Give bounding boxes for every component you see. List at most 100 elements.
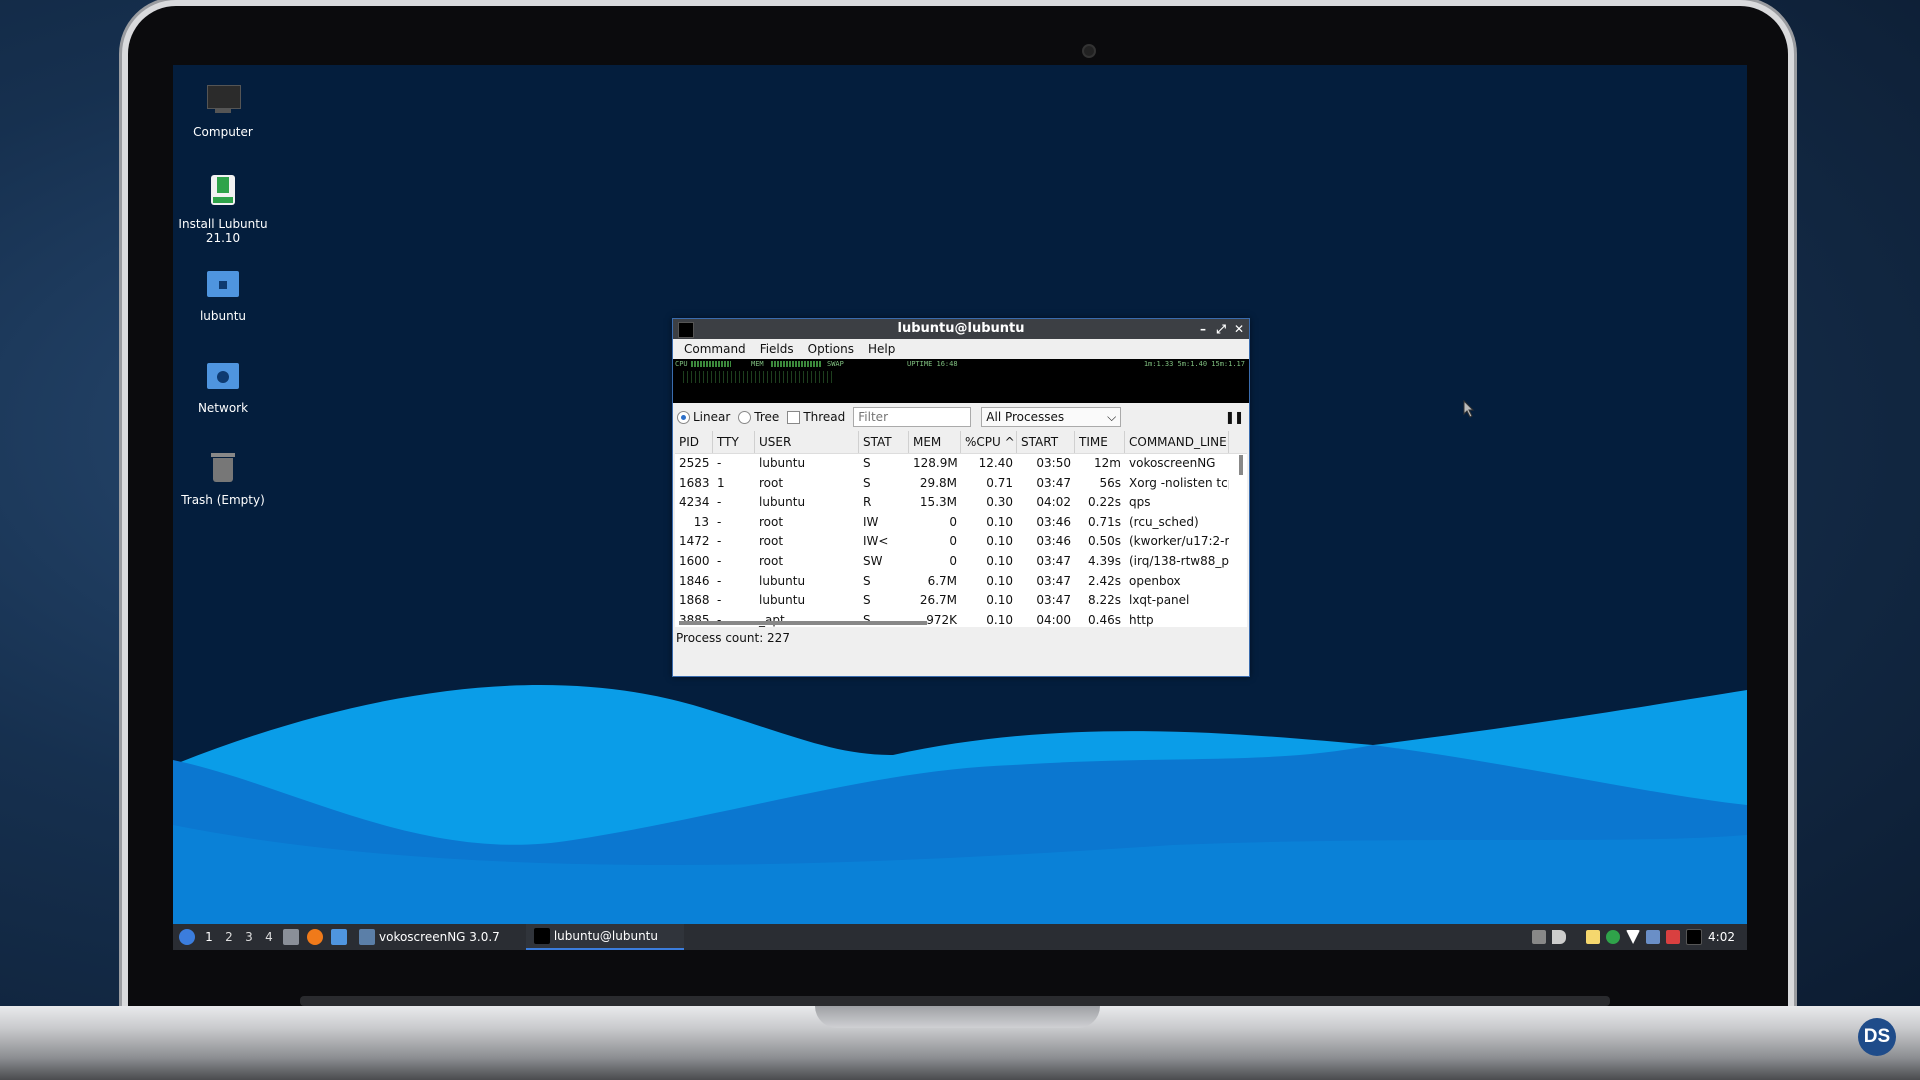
firefox-icon[interactable] bbox=[307, 929, 323, 945]
desktop-icon-computer[interactable]: Computer bbox=[173, 81, 283, 139]
swap-meter-label: SWAP bbox=[827, 360, 844, 368]
cell-user: lubuntu bbox=[759, 456, 806, 470]
cell-tty: - bbox=[717, 495, 722, 510]
cell-cmd: (rcu_sched) bbox=[1129, 514, 1199, 529]
cell-time: 56s bbox=[1099, 475, 1121, 490]
cell-cmd: (irq/138-rtw88_p) bbox=[1129, 553, 1229, 568]
process-filter-value: All Processes bbox=[986, 410, 1065, 424]
process-table: PID TTY USER STAT MEM %CPU ^ START TIME … bbox=[675, 431, 1247, 627]
filter-input[interactable] bbox=[853, 407, 972, 427]
menu-options[interactable]: Options bbox=[801, 339, 861, 359]
menu-command[interactable]: Command bbox=[677, 339, 753, 359]
horizontal-scrollbar[interactable] bbox=[679, 621, 927, 625]
desktop-icon-install[interactable]: Install Lubuntu 21.10 bbox=[173, 173, 283, 245]
cell-stat: S bbox=[863, 593, 871, 608]
mem-meter-label: MEM bbox=[751, 360, 764, 368]
cell-time: 0.71s bbox=[1088, 514, 1121, 529]
desktop-icon-network[interactable]: Network bbox=[173, 357, 283, 415]
col-stat[interactable]: STAT bbox=[859, 431, 909, 453]
task-label: vokoscreenNG 3.0.7 bbox=[379, 930, 500, 944]
pause-button[interactable]: ❚❚ bbox=[1225, 410, 1244, 424]
table-row[interactable]: 13- root IW 0 0.10 03:46 0.71s (rcu_sched) bbox=[675, 513, 1247, 533]
vertical-scrollbar[interactable] bbox=[1239, 455, 1243, 475]
thread-checkbox[interactable]: Thread bbox=[787, 410, 845, 424]
minimize-button[interactable]: – bbox=[1197, 319, 1209, 339]
cell-cpu: 0.10 bbox=[986, 514, 1013, 529]
workspace-2[interactable]: 2 bbox=[219, 930, 239, 944]
uptime-meter: UPTIME 16:48 bbox=[907, 360, 958, 368]
clipboard-icon[interactable] bbox=[1532, 930, 1547, 944]
load-average: 1m:1.33 5m:1.40 15m:1.17 bbox=[1143, 360, 1245, 368]
show-desktop-icon[interactable] bbox=[331, 929, 347, 945]
cell-mem: 15.3M bbox=[919, 495, 957, 510]
cell-cmd: openbox bbox=[1129, 573, 1181, 588]
table-row[interactable]: 4234- lubuntu R 15.3M 0.30 04:02 0.22s qps bbox=[675, 493, 1247, 513]
cell-user: root bbox=[759, 475, 784, 490]
linear-radio[interactable]: Linear bbox=[677, 410, 730, 424]
table-header: PID TTY USER STAT MEM %CPU ^ START TIME … bbox=[675, 431, 1247, 454]
cell-mem: 0 bbox=[949, 534, 957, 549]
bluetooth-icon[interactable] bbox=[1646, 930, 1661, 944]
menu-fields[interactable]: Fields bbox=[753, 339, 801, 359]
cell-tty: 1 bbox=[717, 475, 725, 490]
cell-start: 03:47 bbox=[1036, 553, 1071, 568]
cell-mem: 29.8M bbox=[919, 475, 957, 490]
maximize-button[interactable]: ⤢ bbox=[1215, 319, 1227, 339]
cell-stat: S bbox=[863, 456, 871, 470]
tree-radio[interactable]: Tree bbox=[738, 410, 779, 424]
window-titlebar[interactable]: lubuntu@lubuntu – ⤢ ✕ bbox=[673, 319, 1249, 339]
workspace-1[interactable]: 1 bbox=[199, 930, 219, 944]
menu-help[interactable]: Help bbox=[861, 339, 902, 359]
desktop-icon-label: Trash (Empty) bbox=[181, 493, 265, 507]
cell-time: 12m bbox=[1094, 456, 1121, 470]
cell-stat: IW bbox=[863, 514, 879, 529]
update-icon[interactable] bbox=[1606, 930, 1621, 944]
cell-pid: 1600 bbox=[679, 553, 710, 568]
start-menu-icon[interactable] bbox=[179, 929, 195, 945]
cell-mem: 0 bbox=[949, 553, 957, 568]
cell-cmd: vokoscreenNG bbox=[1129, 456, 1216, 470]
col-command-line[interactable]: COMMAND_LINE bbox=[1125, 431, 1229, 453]
volume-icon[interactable] bbox=[1552, 930, 1567, 944]
recording-icon[interactable] bbox=[1666, 930, 1681, 944]
workspace-4[interactable]: 4 bbox=[259, 930, 279, 944]
file-manager-icon[interactable] bbox=[283, 929, 299, 945]
task-terminal[interactable]: lubuntu@lubuntu bbox=[525, 924, 684, 950]
wifi-icon[interactable] bbox=[1626, 930, 1641, 944]
col-user[interactable]: USER bbox=[755, 431, 859, 453]
chevron-down-icon: ⌵ bbox=[1107, 409, 1117, 424]
col-tty[interactable]: TTY bbox=[713, 431, 755, 453]
table-row[interactable]: 2525- lubuntu S 128.9M 12.40 03:50 12m vokoscre… bbox=[675, 454, 1247, 474]
col-cpu[interactable]: %CPU ^ bbox=[961, 431, 1017, 453]
table-row[interactable]: 1600- root SW 0 0.10 03:47 4.39s (irq/138-rtw88… bbox=[675, 552, 1247, 572]
col-mem[interactable]: MEM bbox=[909, 431, 961, 453]
cell-time: 0.22s bbox=[1088, 495, 1121, 510]
taskbar: 1 2 3 4 vokoscreenNG 3.0.7 lubuntu@lubun… bbox=[173, 924, 1747, 950]
notes-icon[interactable] bbox=[1586, 930, 1601, 944]
cell-pid: 1868 bbox=[679, 593, 710, 608]
workspace-3[interactable]: 3 bbox=[239, 930, 259, 944]
desktop-icon-label: Install Lubuntu 21.10 bbox=[178, 217, 268, 245]
process-filter-select[interactable]: All Processes ⌵ bbox=[981, 407, 1122, 427]
col-start[interactable]: START bbox=[1017, 431, 1075, 453]
linear-label: Linear bbox=[693, 410, 731, 424]
close-button[interactable]: ✕ bbox=[1233, 319, 1245, 339]
trash-icon bbox=[203, 449, 243, 489]
clock[interactable]: 4:02 bbox=[1708, 930, 1735, 944]
col-pid[interactable]: PID bbox=[675, 431, 713, 453]
table-row[interactable]: 1683 1 root S 29.8M 0.71 03:47 56s Xorg -noliste… bbox=[675, 474, 1247, 494]
network-icon bbox=[203, 357, 243, 397]
table-row[interactable]: 1846- lubuntu S 6.7M 0.10 03:47 2.42s openbox bbox=[675, 572, 1247, 592]
table-row[interactable]: 1472- root IW< 0 0.10 03:46 0.50s (kworker/u17:… bbox=[675, 532, 1247, 552]
table-row[interactable]: 1868- lubuntu S 26.7M 0.10 03:47 8.22s lxqt-pan… bbox=[675, 591, 1247, 611]
terminal-tray-icon[interactable] bbox=[1686, 929, 1703, 945]
task-vokoscreen[interactable]: vokoscreenNG 3.0.7 bbox=[351, 924, 508, 950]
cell-user: lubuntu bbox=[759, 573, 806, 588]
cell-start: 04:00 bbox=[1036, 612, 1071, 627]
cell-tty: - bbox=[717, 553, 722, 568]
install-icon bbox=[203, 173, 243, 213]
desktop-icon-home[interactable]: lubuntu bbox=[173, 265, 283, 323]
col-time[interactable]: TIME bbox=[1075, 431, 1125, 453]
camera-icon bbox=[1082, 44, 1096, 58]
desktop-icon-trash[interactable]: Trash (Empty) bbox=[173, 449, 283, 507]
